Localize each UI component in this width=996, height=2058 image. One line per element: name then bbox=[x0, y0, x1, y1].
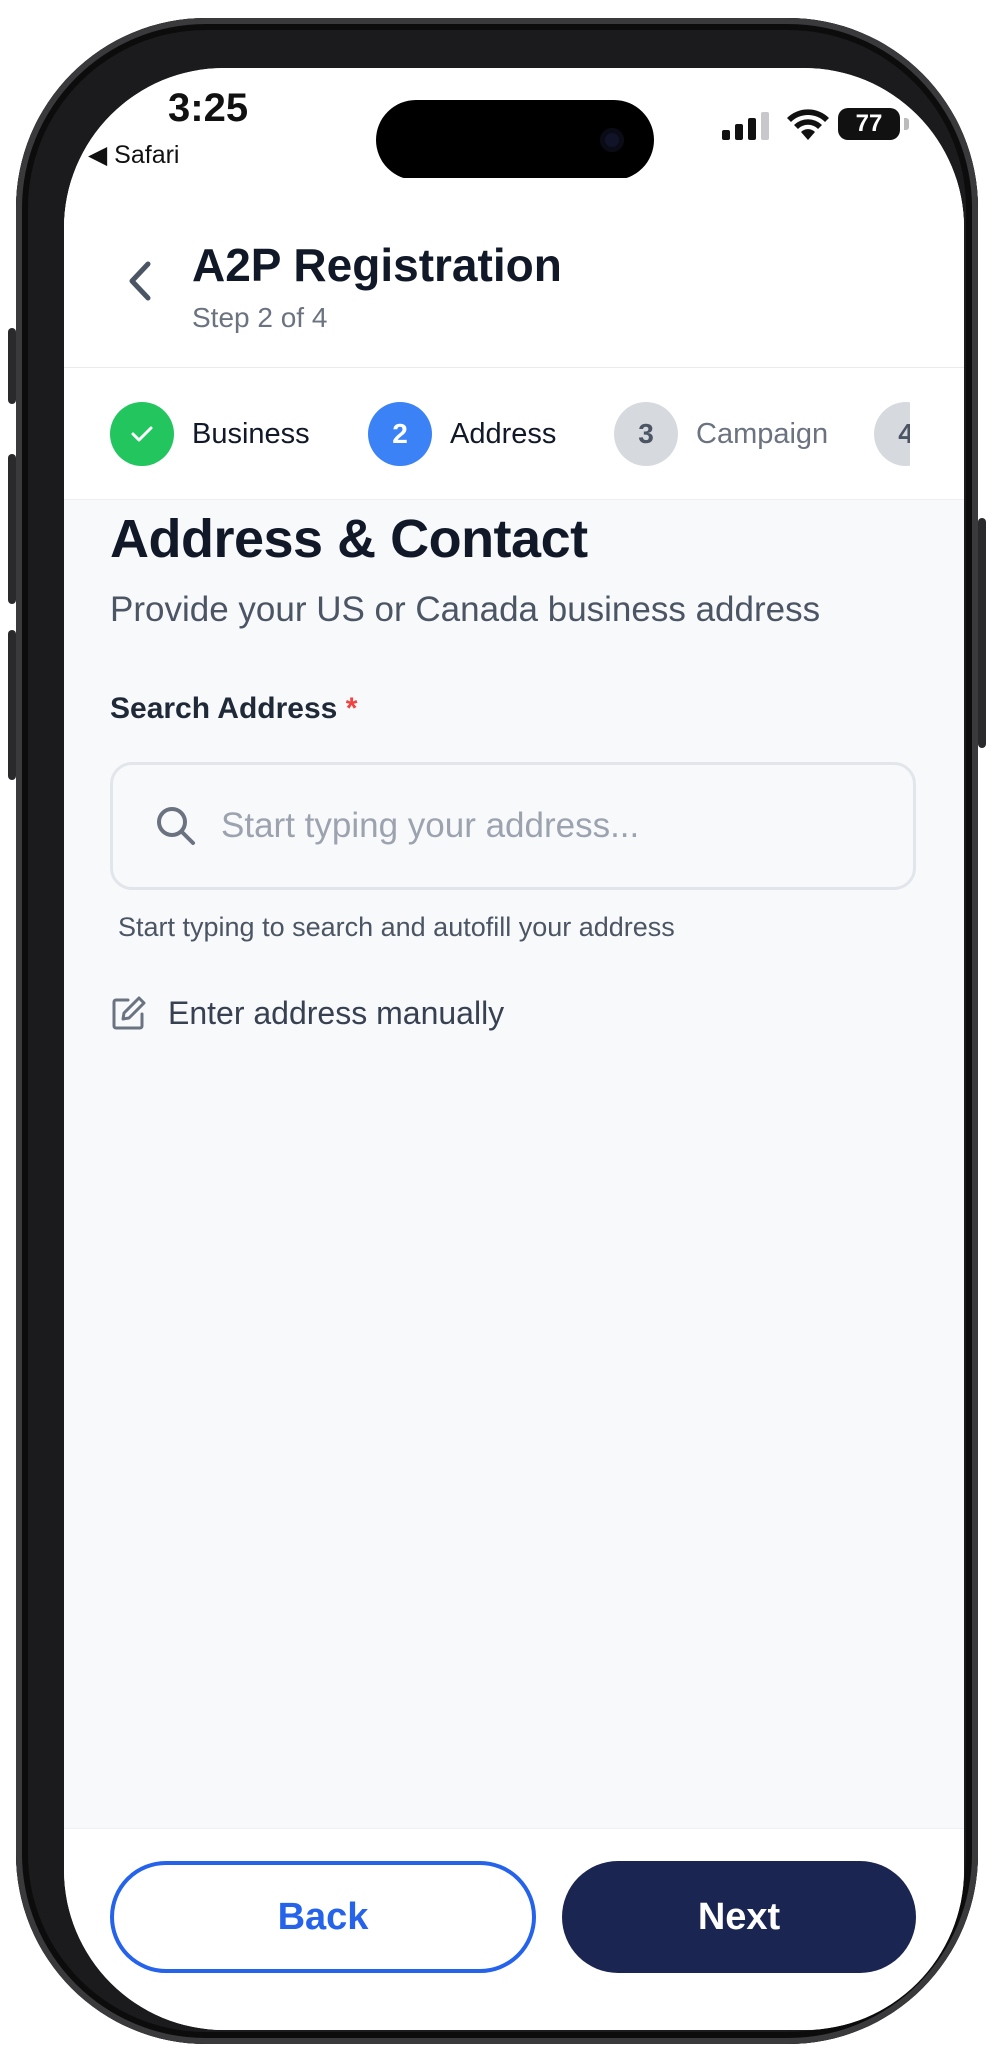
search-address-input[interactable] bbox=[221, 765, 901, 887]
search-icon bbox=[157, 807, 195, 845]
step-label: Address bbox=[450, 417, 557, 450]
chevron-left-icon[interactable] bbox=[120, 256, 160, 306]
volume-down-button bbox=[8, 630, 16, 780]
section-description: Provide your US or Canada business addre… bbox=[110, 590, 821, 629]
step-label: Campaign bbox=[696, 417, 829, 450]
battery-icon: 77 bbox=[838, 108, 900, 140]
step-number: 3 bbox=[614, 402, 678, 466]
page-title: A2P Registration bbox=[192, 239, 562, 291]
section-title: Address & Contact bbox=[110, 509, 588, 569]
check-icon bbox=[131, 426, 153, 442]
step-address[interactable]: 2 Address bbox=[368, 402, 556, 466]
step-number: 4 bbox=[874, 402, 910, 466]
step-business[interactable]: Business bbox=[110, 402, 310, 466]
enter-address-manually-link[interactable]: Enter address manually bbox=[110, 994, 504, 1032]
step-completed-circle bbox=[110, 402, 174, 466]
back-to-safari-link[interactable]: ◀ Safari bbox=[88, 140, 179, 170]
status-time: 3:25 bbox=[168, 86, 249, 130]
required-marker: * bbox=[345, 692, 358, 725]
next-button[interactable]: Next bbox=[562, 1861, 916, 1973]
wifi-icon bbox=[787, 109, 829, 140]
step-indicator-text: Step 2 of 4 bbox=[192, 302, 328, 333]
power-button bbox=[978, 518, 986, 748]
manual-entry-label: Enter address manually bbox=[168, 994, 505, 1031]
search-address-field[interactable] bbox=[110, 762, 916, 890]
search-address-label: Search Address * bbox=[110, 692, 357, 726]
phone-frame: 3:25 ◀ Safari 77 A2P Registration Step 2… bbox=[8, 18, 986, 2044]
helper-text: Start typing to search and autofill your… bbox=[118, 912, 675, 942]
dynamic-island bbox=[376, 100, 654, 180]
progress-stepper: Business 2 Address 3 Campaign 4 bbox=[64, 368, 964, 500]
page-header: A2P Registration Step 2 of 4 bbox=[64, 178, 964, 368]
edit-square-icon bbox=[112, 996, 146, 1030]
step-label: Business bbox=[192, 417, 310, 450]
step-campaign[interactable]: 3 Campaign bbox=[614, 402, 828, 466]
step-number: 2 bbox=[368, 402, 432, 466]
step-4-partial[interactable]: 4 bbox=[874, 402, 910, 466]
back-button[interactable]: Back bbox=[110, 1861, 536, 1973]
label-text: Search Address bbox=[110, 692, 338, 725]
battery-tip bbox=[904, 118, 909, 130]
volume-up-button bbox=[8, 454, 16, 604]
signal-icon bbox=[722, 112, 769, 140]
screen: 3:25 ◀ Safari 77 A2P Registration Step 2… bbox=[64, 68, 964, 2030]
form-footer: Back Next bbox=[64, 1828, 964, 2030]
camera-icon bbox=[600, 128, 624, 152]
action-button bbox=[8, 328, 16, 404]
